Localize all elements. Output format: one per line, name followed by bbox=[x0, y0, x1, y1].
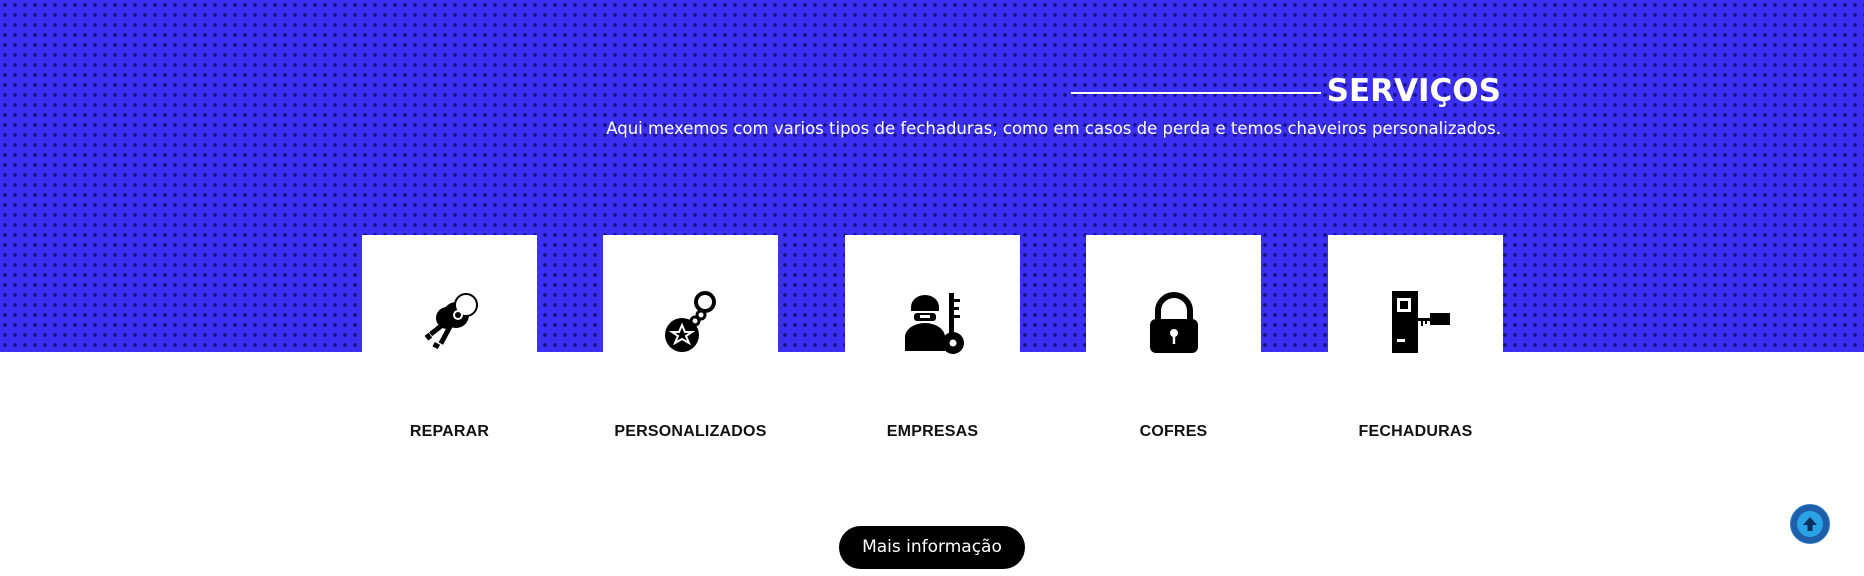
heading-divider-line bbox=[1070, 92, 1321, 94]
service-card-fechaduras[interactable]: FECHADURAS bbox=[1328, 235, 1503, 445]
services-page: SERVIÇOS Aqui mexemos com varios tipos d… bbox=[0, 0, 1864, 576]
service-card-box bbox=[362, 235, 537, 352]
service-card-box bbox=[845, 235, 1020, 354]
more-info-button[interactable]: Mais informação bbox=[839, 526, 1025, 569]
service-label: REPARAR bbox=[409, 423, 490, 440]
service-card-empresas[interactable]: EMPRESAS bbox=[845, 235, 1020, 445]
keys-icon bbox=[414, 285, 486, 357]
scroll-to-top-button[interactable] bbox=[1790, 504, 1830, 544]
door-lock-icon bbox=[1380, 285, 1452, 357]
service-card-cofres[interactable]: COFRES bbox=[1086, 235, 1261, 445]
service-label: PERSONALIZADOS bbox=[614, 423, 767, 440]
keychain-icon bbox=[655, 285, 727, 357]
padlock-icon bbox=[1138, 285, 1210, 357]
locksmith-worker-icon bbox=[897, 285, 969, 357]
service-card-box bbox=[1328, 235, 1503, 353]
service-label: EMPRESAS bbox=[886, 423, 979, 440]
service-card-box bbox=[603, 235, 778, 352]
service-card-personalizados[interactable]: PERSONALIZADOS bbox=[603, 235, 778, 445]
service-card-reparar[interactable]: REPARAR bbox=[362, 235, 537, 445]
services-cards: REPARAR PERSONALIZADOS EMPRESAS COFRES F… bbox=[362, 235, 1503, 455]
service-card-box bbox=[1086, 235, 1261, 353]
section-subtitle: Aqui mexemos com varios tipos de fechadu… bbox=[606, 119, 1501, 138]
section-heading: SERVIÇOS bbox=[1070, 70, 1501, 112]
section-title: SERVIÇOS bbox=[1326, 73, 1501, 109]
arrow-up-icon bbox=[1797, 511, 1823, 537]
service-label: COFRES bbox=[1139, 423, 1208, 440]
service-label: FECHADURAS bbox=[1358, 423, 1473, 440]
